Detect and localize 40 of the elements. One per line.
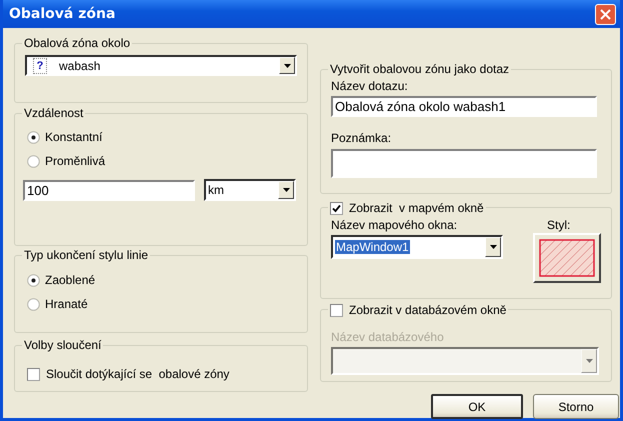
option-label[interactable]: Hranaté [45,297,88,311]
option-label[interactable]: Zaoblené [45,273,96,287]
checkbox[interactable] [330,202,343,214]
dropdown[interactable]: km [204,179,296,201]
radio-button[interactable] [27,130,40,144]
dropdown-arrow-icon [586,359,592,363]
dropdown-arrow-icon [490,245,496,249]
dialog-button[interactable]: OK [431,394,523,419]
dropdown[interactable]: ? wabash [25,55,297,76]
checkbox[interactable] [27,368,40,380]
text-field[interactable] [331,149,597,178]
group-title: Vytvořit obalovou zónu jako dotaz [330,62,509,77]
hatch-pattern-icon [539,239,595,277]
question-mark-icon: ? [33,58,47,74]
field-label: Název databázového [331,330,445,344]
dropdown-arrow-icon [284,64,290,68]
dropdown-arrow-icon [282,188,290,192]
group-title: Vzdálenost [24,106,84,121]
style-button[interactable] [533,233,601,283]
group-title: Typ ukončení stylu linie [24,248,148,263]
radio-button[interactable] [27,154,40,168]
window-title: Obalová zóna [9,6,116,22]
group-title: Obalová zóna okolo [24,36,130,51]
text-field[interactable]: 100 [23,180,195,200]
dialog-button[interactable]: Storno [533,394,619,419]
dropdown[interactable]: MapWindow1 [331,235,503,259]
radio-button[interactable] [27,298,40,310]
close-icon [600,8,611,20]
checkbox-label[interactable]: Zobrazit v mapvém okně [349,200,484,216]
field-label: Styl: [547,218,572,232]
field-label: Název dotazu: [331,79,409,93]
option-label[interactable]: Proměnlivá [45,154,106,168]
group-title: Volby sloučení [24,338,102,353]
field-label: Poznámka: [331,131,392,145]
option-label[interactable]: Konstantní [45,130,102,144]
close-button[interactable] [595,4,616,24]
text-field[interactable]: Obalová zóna okolo wabash1 [331,96,597,117]
checkbox-label[interactable]: Sloučit dotýkající se obalové zóny [46,367,230,381]
field-label: Název mapového okna: [331,218,458,232]
radio-button[interactable] [27,274,40,286]
